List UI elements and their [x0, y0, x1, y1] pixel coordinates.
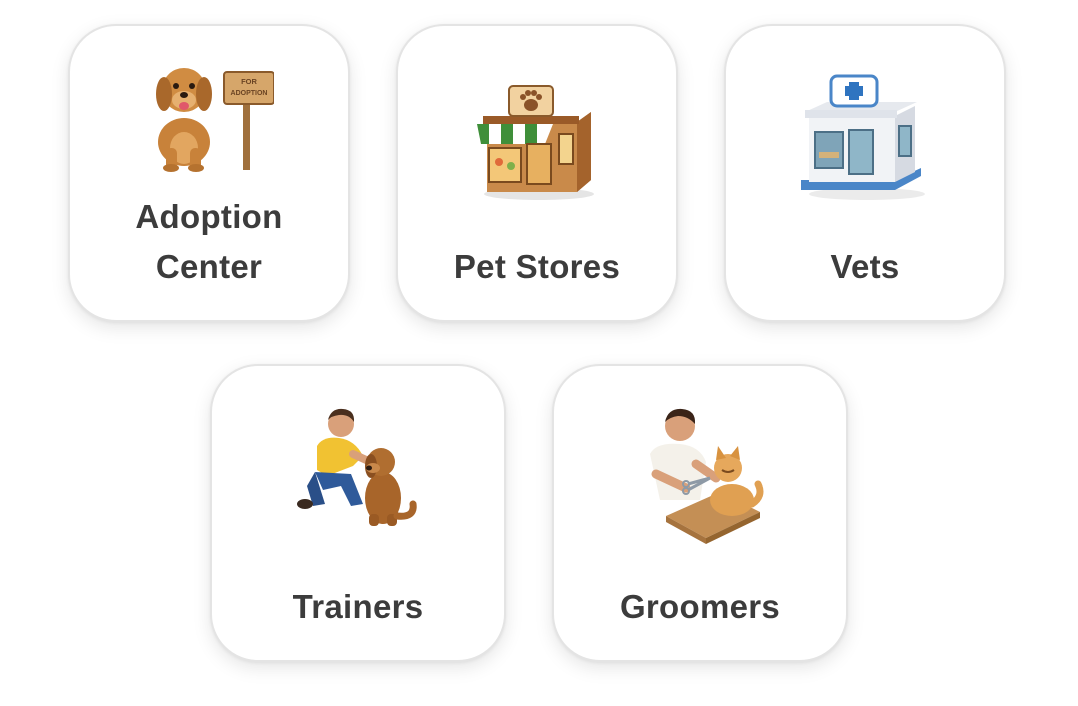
category-label: Groomers	[619, 588, 781, 625]
category-card-pet-stores[interactable]: Pet Stores	[396, 24, 678, 322]
pet-store-icon	[477, 85, 594, 200]
category-card-vets[interactable]: Vets	[724, 24, 1006, 322]
category-card-adoption-center[interactable]: FOR ADOPTION Adoption Center	[68, 24, 350, 322]
groomer-with-cat-icon	[650, 408, 764, 544]
category-label-line1: Adoption	[135, 198, 283, 235]
sign-text-line1: FOR	[241, 77, 257, 86]
dog-adoption-sign-icon: FOR ADOPTION	[156, 68, 274, 172]
sign-text-line2: ADOPTION	[231, 90, 268, 97]
category-label: Trainers	[292, 588, 424, 625]
trainer-with-dog-icon	[297, 408, 417, 526]
category-label-line2: Center	[155, 248, 263, 285]
category-card-groomers[interactable]: Groomers	[552, 364, 848, 662]
category-label: Vets	[830, 248, 900, 285]
category-label: Pet Stores	[453, 248, 621, 285]
vet-clinic-icon	[801, 74, 925, 200]
category-label: Adoption Center	[70, 192, 348, 292]
category-card-trainers[interactable]: Trainers	[210, 364, 506, 662]
